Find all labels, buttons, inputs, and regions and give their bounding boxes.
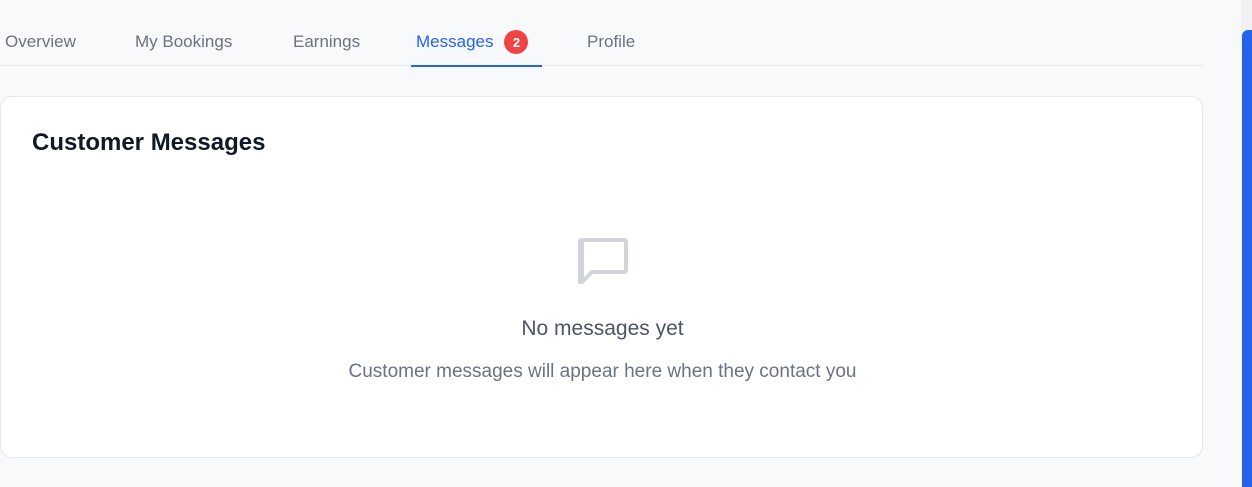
tab-earnings[interactable]: Earnings (293, 0, 360, 66)
tab-bar: Overview My Bookings Earnings Messages 2… (0, 0, 1203, 67)
empty-state-title: No messages yet (521, 317, 684, 340)
tab-profile[interactable]: Profile (587, 0, 635, 66)
message-square-icon (578, 238, 628, 284)
tab-label: Earnings (293, 32, 361, 51)
tab-label: My Bookings (135, 32, 233, 51)
empty-state-subtitle: Customer messages will appear here when … (348, 361, 857, 382)
tab-label: Overview (5, 32, 76, 51)
page: Overview My Bookings Earnings Messages 2… (0, 0, 1252, 487)
card-title: Customer Messages (32, 129, 266, 156)
tab-label: Messages (416, 32, 494, 51)
tab-my-bookings[interactable]: My Bookings (135, 0, 232, 66)
tab-label: Profile (587, 32, 636, 51)
unread-count-badge: 2 (504, 30, 529, 54)
messages-card: Customer Messages No messages yet Custom… (0, 96, 1203, 458)
tab-overview[interactable]: Overview (5, 0, 76, 66)
scrollbar-thumb[interactable] (1242, 30, 1252, 487)
tab-messages[interactable]: Messages 2 (411, 0, 542, 67)
